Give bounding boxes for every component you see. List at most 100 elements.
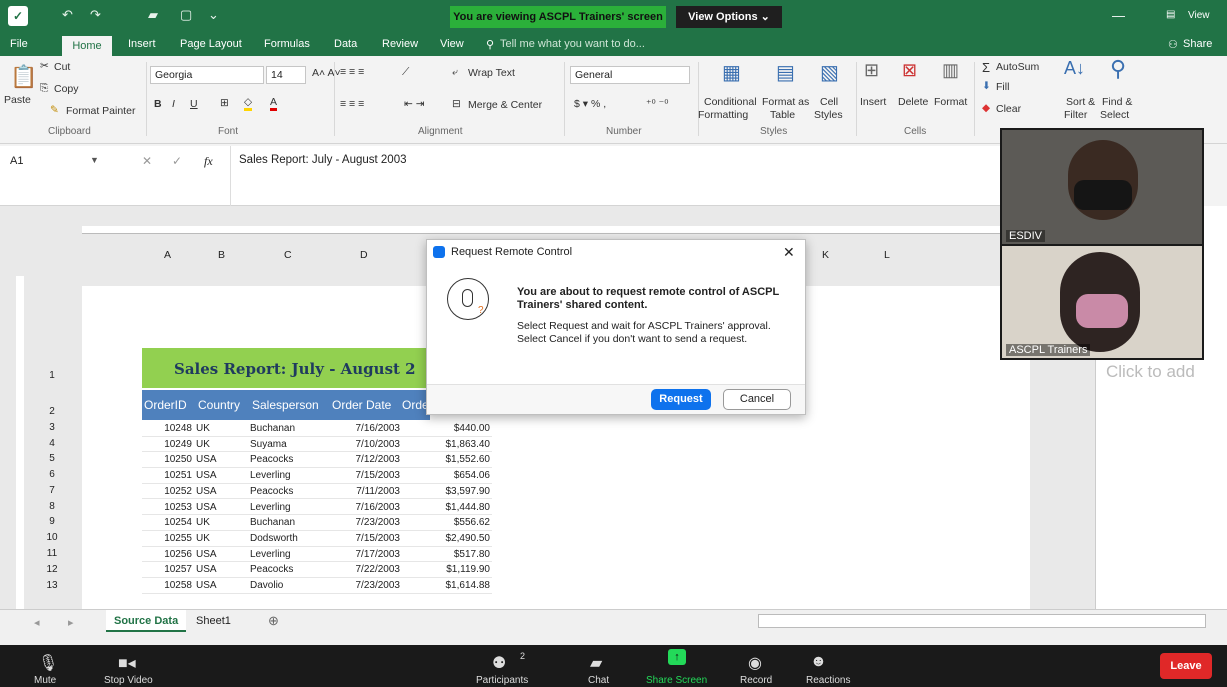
merge-center-button[interactable]: Merge & Center	[468, 99, 542, 111]
tab-formulas[interactable]: Formulas	[264, 38, 310, 50]
grow-font-icon[interactable]: A˄ A˅	[312, 67, 341, 79]
table-cell[interactable]: 10258	[142, 580, 192, 591]
number-format-select[interactable]: General	[570, 66, 690, 84]
bold-icon[interactable]: B	[154, 98, 162, 110]
autosum-button[interactable]: AutoSum	[996, 61, 1039, 73]
share-screen-button[interactable]: Share Screen	[646, 675, 707, 686]
table-cell[interactable]: $1,614.88	[402, 580, 491, 591]
reactions-icon[interactable]: ☻	[810, 653, 827, 671]
header-cell[interactable]: OrderID	[144, 398, 187, 412]
insert-function-button[interactable]: fx	[204, 154, 213, 169]
mute-button[interactable]: Mute	[34, 675, 56, 686]
align-left-icon[interactable]: ≡ ≡ ≡	[340, 98, 364, 110]
table-cell[interactable]: 10251	[142, 470, 192, 481]
font-size-select[interactable]: 14	[266, 66, 306, 84]
table-cell[interactable]: USA	[196, 564, 244, 575]
border-icon[interactable]: ⊞	[220, 97, 229, 109]
chat-icon[interactable]: ▰	[590, 653, 602, 673]
row-number[interactable]: 10	[38, 532, 66, 543]
underline-icon[interactable]: U	[190, 98, 198, 110]
minimize-icon[interactable]: —	[1112, 8, 1125, 23]
report-title-cell[interactable]: Sales Report: July - August 2	[142, 348, 430, 388]
participants-button[interactable]: Participants	[476, 675, 528, 686]
tab-review[interactable]: Review	[382, 38, 418, 50]
cell-styles-label[interactable]: Styles	[814, 109, 843, 121]
leave-button[interactable]: Leave	[1160, 653, 1212, 679]
insert-cells-button[interactable]: Insert	[860, 96, 886, 108]
table-cell[interactable]: $556.62	[402, 517, 490, 528]
table-cell[interactable]: 7/16/2003	[328, 502, 401, 513]
column-header[interactable]: K	[822, 249, 829, 261]
table-cell[interactable]: $2,490.50	[402, 533, 491, 544]
find-button[interactable]: Find &	[1102, 96, 1132, 108]
enter-icon[interactable]: ✓	[172, 154, 182, 168]
currency-icon[interactable]: $ ▾ % ,	[574, 98, 606, 110]
row-number[interactable]: 11	[38, 548, 66, 559]
paste-icon[interactable]: 📋	[10, 64, 37, 90]
decimal-icon[interactable]: ⁺⁰ ⁻⁰	[646, 98, 668, 110]
table-cell[interactable]: Peacocks	[250, 564, 324, 575]
table-cell[interactable]: 7/22/2003	[328, 564, 401, 575]
record-icon[interactable]: ◉	[748, 653, 762, 673]
table-cell[interactable]: $1,444.80	[402, 502, 491, 513]
add-sheet-icon[interactable]: ⊕	[268, 613, 279, 629]
view-layout-icon[interactable]: ▤	[1166, 9, 1175, 20]
table-cell[interactable]: $3,597.90	[402, 486, 491, 497]
horizontal-scrollbar[interactable]	[758, 614, 1206, 628]
column-header[interactable]: C	[284, 249, 292, 261]
copy-button[interactable]: Copy	[54, 83, 79, 95]
fill-color-icon[interactable]: ◇	[244, 96, 253, 111]
view-label[interactable]: View	[1188, 10, 1210, 21]
format-painter-button[interactable]: Format Painter	[66, 105, 135, 117]
table-cell[interactable]: Buchanan	[250, 517, 324, 528]
chat-button[interactable]: Chat	[588, 675, 609, 686]
tab-view[interactable]: View	[440, 38, 464, 50]
select-button[interactable]: Select	[1100, 109, 1129, 121]
tab-insert[interactable]: Insert	[128, 38, 156, 50]
row-number[interactable]: 8	[38, 501, 66, 512]
font-color-icon[interactable]: A	[270, 96, 278, 111]
table-cell[interactable]: $1,119.90	[402, 564, 490, 575]
clear-button[interactable]: Clear	[996, 103, 1021, 115]
table-cell[interactable]: $1,863.40	[402, 439, 491, 450]
name-box[interactable]: A1	[6, 152, 76, 172]
row-number[interactable]: 1	[38, 370, 66, 381]
table-cell[interactable]: Leverling	[250, 470, 324, 481]
tab-file[interactable]: File	[10, 38, 28, 50]
table-cell[interactable]: 10250	[142, 454, 192, 465]
table-cell[interactable]: Davolio	[250, 580, 324, 591]
table-cell[interactable]: $654.06	[402, 470, 490, 481]
format-as-button[interactable]: Format as	[762, 96, 809, 108]
record-button[interactable]: Record	[740, 675, 772, 686]
column-header[interactable]: A	[164, 249, 171, 261]
table-cell[interactable]: USA	[196, 580, 244, 591]
table-cell[interactable]: 7/16/2003	[328, 423, 401, 434]
view-options-button[interactable]: View Options ⌄	[676, 6, 782, 28]
table-cell[interactable]: USA	[196, 502, 244, 513]
header-cell[interactable]: Orde	[402, 398, 429, 412]
table-cell[interactable]: 10255	[142, 533, 192, 544]
column-header[interactable]: B	[218, 249, 225, 261]
table-cell[interactable]: Suyama	[250, 439, 324, 450]
participants-icon[interactable]: ⚉	[492, 653, 506, 673]
header-cell[interactable]: Salesperson	[252, 398, 319, 412]
cancel-icon[interactable]: ✕	[142, 154, 152, 168]
table-cell[interactable]: 10257	[142, 564, 192, 575]
table-cell[interactable]: Leverling	[250, 502, 324, 513]
share-screen-icon[interactable]: ↑	[668, 649, 686, 665]
table-cell[interactable]: 10253	[142, 502, 192, 513]
scroll-right-icon[interactable]: ▸	[68, 616, 74, 629]
column-header[interactable]: L	[884, 249, 890, 261]
filter-button[interactable]: Filter	[1064, 109, 1087, 121]
share-button[interactable]: Share	[1183, 38, 1212, 50]
table-cell[interactable]: 10252	[142, 486, 192, 497]
table-cell[interactable]: 7/15/2003	[328, 533, 401, 544]
sheet-tab-source-data[interactable]: Source Data	[106, 610, 187, 632]
italic-icon[interactable]: I	[172, 98, 175, 110]
delete-cells-button[interactable]: Delete	[898, 96, 928, 108]
table-cell[interactable]: 7/12/2003	[328, 454, 401, 465]
video-tile-esdiv[interactable]: ESDIV	[1000, 128, 1204, 246]
conditional-button[interactable]: Conditional	[704, 96, 757, 108]
row-number[interactable]: 2	[38, 406, 66, 417]
cell-button[interactable]: Cell	[820, 96, 838, 108]
